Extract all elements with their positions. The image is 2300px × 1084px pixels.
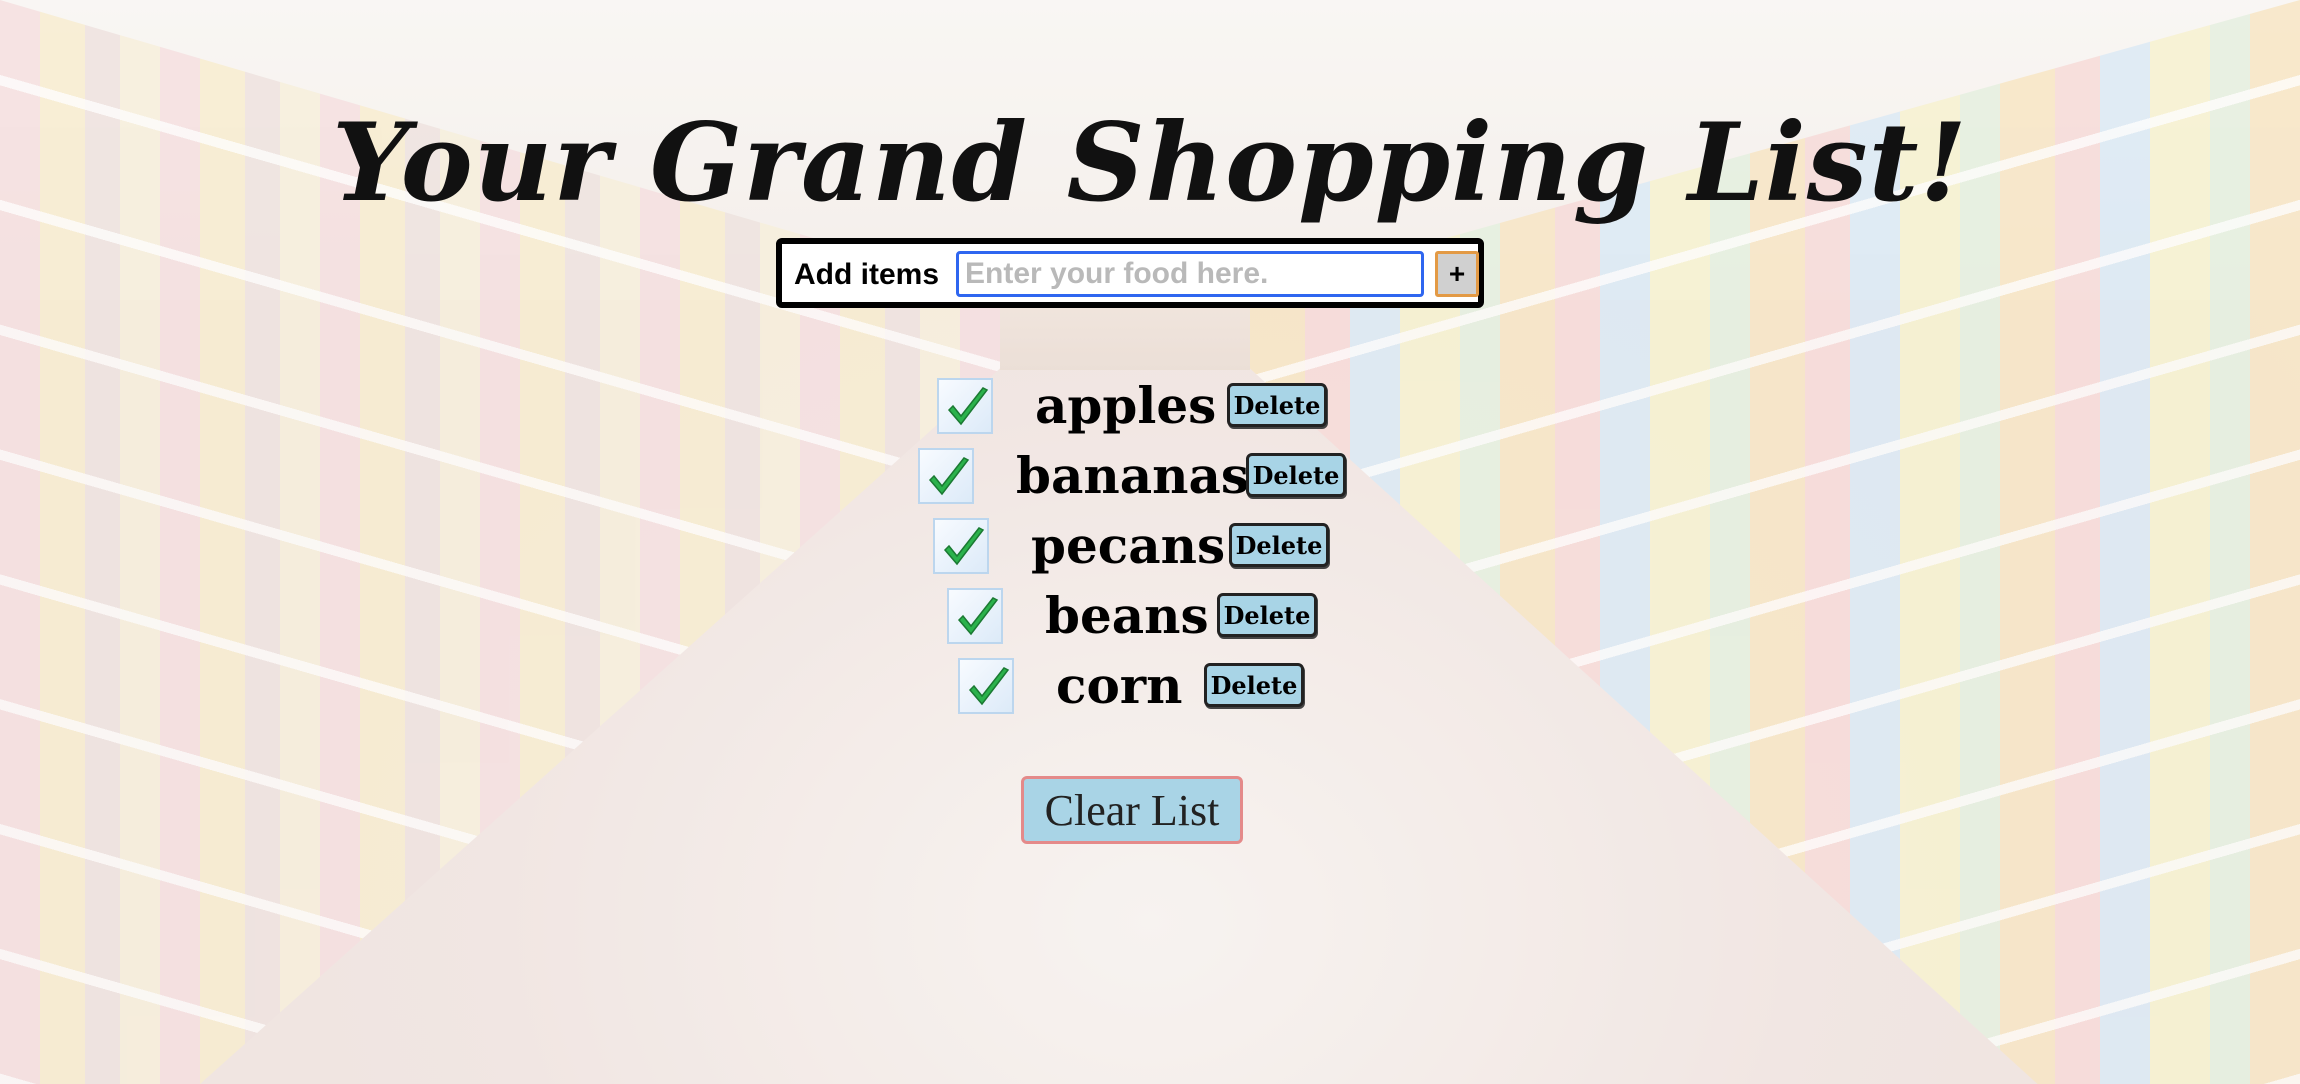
add-item-form: Add items + <box>776 238 1484 308</box>
item-name: corn <box>1056 656 1183 715</box>
checkmark-icon[interactable] <box>937 378 993 434</box>
item-name: pecans <box>1031 516 1226 575</box>
delete-button[interactable]: Delete <box>1246 453 1346 497</box>
delete-button[interactable]: Delete <box>1227 383 1327 427</box>
checkmark-icon[interactable] <box>947 588 1003 644</box>
item-name: bananas <box>1016 446 1250 505</box>
add-item-button[interactable]: + <box>1435 251 1479 297</box>
page-title: Your Grand Shopping List! <box>332 100 1968 227</box>
delete-button[interactable]: Delete <box>1217 593 1317 637</box>
checkmark-icon[interactable] <box>918 448 974 504</box>
checkmark-icon[interactable] <box>958 658 1014 714</box>
delete-button[interactable]: Delete <box>1204 663 1304 707</box>
item-name: beans <box>1045 586 1209 645</box>
clear-list-button[interactable]: Clear List <box>1021 776 1243 844</box>
food-input[interactable] <box>956 251 1424 297</box>
add-items-label: Add items <box>794 258 940 291</box>
delete-button[interactable]: Delete <box>1229 523 1329 567</box>
item-name: apples <box>1035 376 1217 435</box>
checkmark-icon[interactable] <box>933 518 989 574</box>
